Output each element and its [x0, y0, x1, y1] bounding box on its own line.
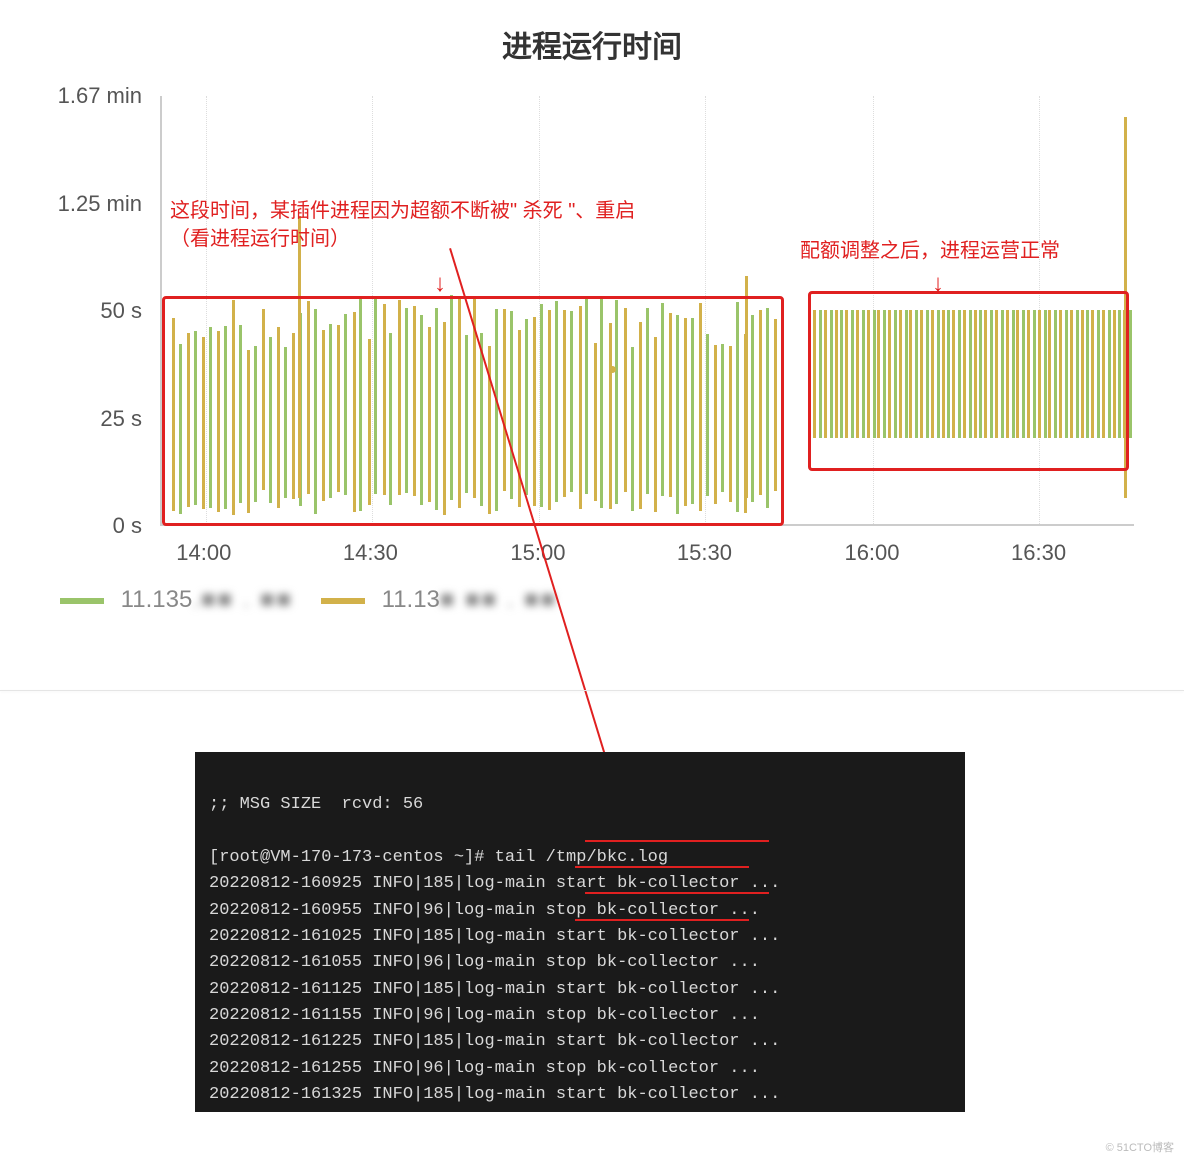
legend-item: 11.13■ ■■ . ■■ [321, 586, 557, 614]
annotation-text: 这段时间，某插件进程因为超额不断被" 杀死 "、重启 [170, 197, 635, 225]
legend: 11.135.■■ . ■■ 11.13■ ■■ . ■■ [60, 586, 557, 614]
legend-swatch-yellow [321, 598, 365, 604]
y-tick: 1.25 min [58, 191, 142, 217]
terminal-output: ;; MSG SIZE rcvd: 56 [root@VM-170-173-ce… [195, 752, 965, 1112]
chart-title: 进程运行时间 [0, 22, 1184, 66]
x-tick: 15:00 [510, 540, 565, 566]
log-line: 20220812-160955 INFO|96|log-main stop bk… [209, 901, 760, 920]
legend-item: 11.135.■■ . ■■ [60, 586, 293, 614]
log-underline [585, 840, 769, 842]
legend-label: 11.135 [121, 586, 193, 613]
legend-label: 11.13 [382, 586, 440, 613]
terminal-line: ;; MSG SIZE rcvd: 56 [209, 795, 423, 814]
log-line: 20220812-161055 INFO|96|log-main stop bk… [209, 953, 760, 972]
log-line: 20220812-161155 INFO|96|log-main stop bk… [209, 1006, 760, 1025]
log-line: 20220812-160925 INFO|185|log-main start … [209, 874, 780, 893]
log-line: 20220812-161125 INFO|185|log-main start … [209, 980, 780, 999]
x-tick: 15:30 [677, 540, 732, 566]
log-line: 20220812-161355 INFO|96|log-main stop bk… [209, 1111, 760, 1112]
annotation-left: 这段时间，某插件进程因为超额不断被" 杀死 "、重启 （看进程运行时间） [170, 197, 635, 253]
x-axis: 14:00 14:30 15:00 15:30 16:00 16:30 [160, 536, 1134, 566]
annotation-text: （看进程运行时间） [170, 225, 635, 253]
chart-container: 1.67 min 1.25 min 50 s 25 s 0 s 14:00 14… [30, 96, 1154, 636]
section-divider [0, 690, 1184, 691]
arrow-down-icon: ↓ [434, 270, 446, 298]
annotation-right: 配额调整之后，进程运营正常 [800, 237, 1060, 265]
blurred-text: .■■ . ■■ [192, 586, 293, 613]
x-tick: 16:00 [844, 540, 899, 566]
log-line: 20220812-161025 INFO|185|log-main start … [209, 927, 780, 946]
log-line: 20220812-161225 INFO|185|log-main start … [209, 1032, 780, 1051]
log-line: 20220812-161255 INFO|96|log-main stop bk… [209, 1059, 760, 1078]
legend-swatch-green [60, 598, 104, 604]
x-tick: 14:00 [176, 540, 231, 566]
log-underline [575, 866, 749, 868]
y-axis: 1.67 min 1.25 min 50 s 25 s 0 s [30, 96, 150, 526]
arrow-down-icon: ↓ [932, 270, 944, 298]
y-tick: 1.67 min [58, 83, 142, 109]
y-tick: 25 s [100, 406, 142, 432]
log-line: 20220812-161325 INFO|185|log-main start … [209, 1085, 780, 1104]
x-tick: 16:30 [1011, 540, 1066, 566]
annotation-text: 配额调整之后，进程运营正常 [800, 237, 1060, 265]
x-tick: 14:30 [343, 540, 398, 566]
blurred-text: ■ ■■ . ■■ [440, 586, 557, 613]
y-tick: 50 s [100, 298, 142, 324]
watermark: © 51CTO博客 [1106, 1139, 1174, 1155]
log-underline [585, 892, 769, 894]
plot-area [160, 96, 1134, 526]
terminal-prompt: [root@VM-170-173-centos ~]# tail /tmp/bk… [209, 848, 668, 867]
y-tick: 0 s [113, 513, 142, 539]
log-underline [575, 919, 749, 921]
